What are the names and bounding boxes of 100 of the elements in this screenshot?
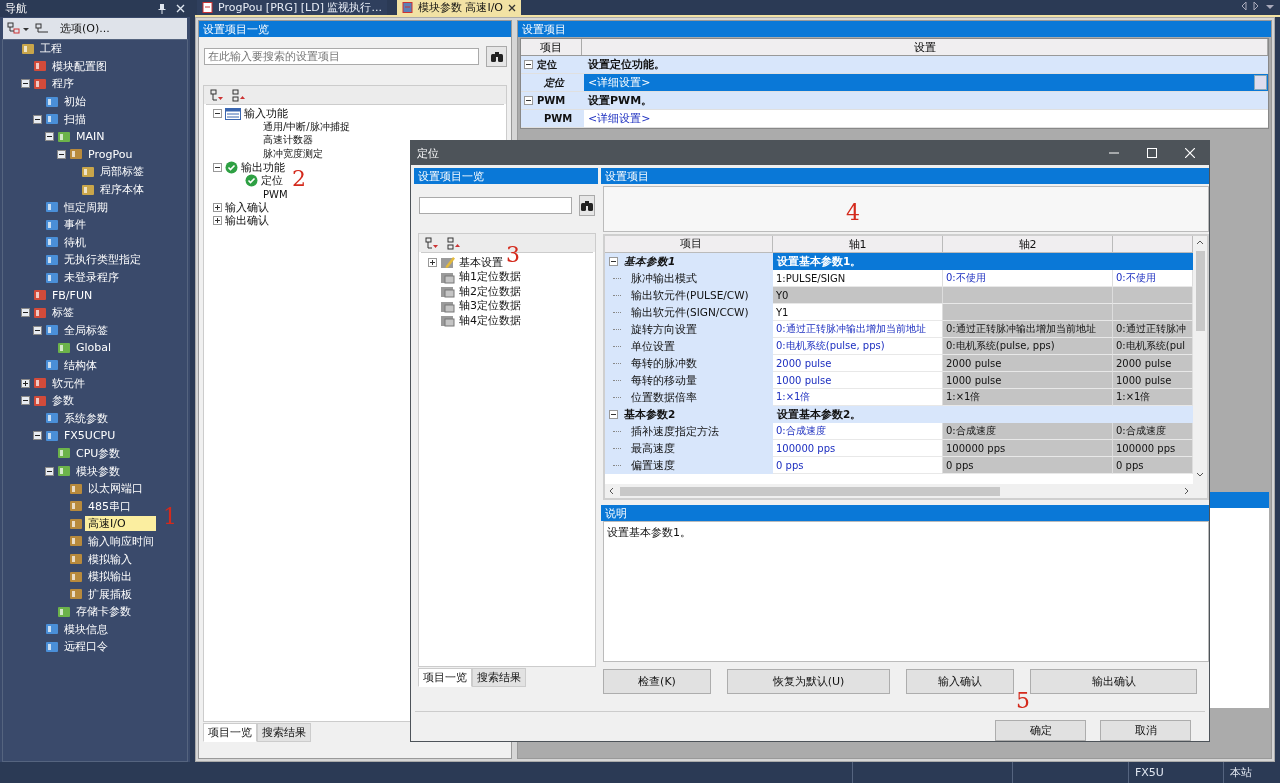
- tree-item[interactable]: 脉冲宽度测定: [263, 146, 323, 161]
- nav-item[interactable]: 高速I/O: [85, 516, 156, 532]
- nav-item[interactable]: ProgPou: [85, 147, 136, 161]
- nav-item[interactable]: 全局标签: [61, 322, 111, 338]
- expand-toggle-icon[interactable]: [427, 257, 437, 267]
- search-field[interactable]: 在此输入要搜索的设置项目: [204, 48, 479, 65]
- nav-item[interactable]: FB/FUN: [49, 288, 96, 302]
- nav-item[interactable]: 未登录程序: [61, 270, 122, 285]
- vertical-scrollbar[interactable]: [1193, 236, 1207, 498]
- expand-toggle-icon[interactable]: [20, 378, 30, 388]
- scroll-arrows-icon[interactable]: [1240, 1, 1276, 11]
- expand-toggle-icon[interactable]: [20, 308, 30, 318]
- close-icon[interactable]: [508, 3, 517, 12]
- horizontal-scrollbar[interactable]: [605, 484, 1193, 498]
- tree-item[interactable]: 轴4定位数据: [459, 312, 521, 328]
- panel-tab[interactable]: 搜索结果: [257, 723, 311, 742]
- expand-toggle-icon[interactable]: [212, 162, 222, 172]
- nav-item[interactable]: 模块配置图: [49, 58, 110, 74]
- nav-item[interactable]: 程序: [49, 76, 77, 92]
- nav-item[interactable]: 软元件: [49, 375, 88, 391]
- nav-item[interactable]: FX5UCPU: [61, 429, 119, 443]
- tree-item[interactable]: 输入确认: [225, 199, 269, 215]
- nav-item[interactable]: 事件: [61, 217, 89, 233]
- expand-toggle-icon[interactable]: [212, 202, 222, 212]
- setting-link[interactable]: <详细设置>: [584, 110, 1268, 127]
- ok-button[interactable]: 确定: [995, 720, 1086, 741]
- collapse-toggle-icon[interactable]: [609, 257, 618, 266]
- nav-item[interactable]: 远程口令: [61, 639, 111, 655]
- expand-toggle-icon[interactable]: [212, 216, 222, 226]
- tree-item[interactable]: 高速计数器: [263, 133, 313, 148]
- nav-item[interactable]: 结构体: [61, 358, 100, 373]
- collapse-toggle-icon[interactable]: [609, 410, 618, 419]
- expand-toggle-icon[interactable]: [44, 466, 54, 476]
- collapse-all-icon[interactable]: [232, 88, 246, 102]
- nav-item[interactable]: Global: [73, 341, 115, 355]
- tree-item[interactable]: 输入功能: [244, 106, 288, 122]
- search-field[interactable]: [419, 197, 572, 214]
- expand-toggle-icon[interactable]: [20, 396, 30, 406]
- nav-item[interactable]: 恒定周期: [61, 199, 111, 215]
- nav-item[interactable]: 程序本体: [97, 182, 147, 198]
- nav-item[interactable]: 工程: [37, 41, 65, 57]
- nav-item[interactable]: CPU参数: [73, 445, 124, 461]
- collapse-toggle-icon[interactable]: [524, 96, 533, 105]
- scroll-up-icon[interactable]: [1196, 239, 1204, 247]
- nav-item[interactable]: 标签: [49, 305, 77, 321]
- expand-toggle-icon[interactable]: [32, 431, 42, 441]
- search-button[interactable]: [579, 195, 595, 216]
- nav-item[interactable]: 待机: [61, 234, 89, 250]
- action-button[interactable]: 恢复为默认(U): [727, 669, 890, 694]
- expand-toggle-icon[interactable]: [32, 114, 42, 124]
- expand-toggle-icon[interactable]: [212, 109, 222, 119]
- scroll-left-icon[interactable]: [608, 487, 616, 495]
- nav-item[interactable]: 以太网端口: [85, 481, 146, 497]
- nav-item[interactable]: 485串口: [85, 498, 134, 514]
- tree-item[interactable]: 轴2定位数据: [459, 283, 521, 299]
- nav-item[interactable]: 局部标签: [97, 164, 147, 180]
- nav-item[interactable]: 无执行类型指定: [61, 252, 144, 268]
- expand-all-icon[interactable]: [425, 236, 439, 250]
- collapse-icon[interactable]: [35, 21, 51, 36]
- nav-item[interactable]: 模拟输入: [85, 551, 135, 567]
- expand-toggle-icon[interactable]: [32, 325, 42, 335]
- tree-item[interactable]: 通用/中断/脉冲捕捉: [263, 120, 350, 135]
- tree-item[interactable]: 基本设置: [459, 254, 503, 270]
- tree-item[interactable]: PWM: [263, 188, 288, 200]
- scroll-right-icon[interactable]: [1182, 487, 1190, 495]
- panel-tab[interactable]: 搜索结果: [472, 668, 526, 687]
- nav-item[interactable]: 输入响应时间: [85, 533, 157, 549]
- setting-link[interactable]: <详细设置>: [584, 74, 1268, 91]
- action-button[interactable]: 检查(K): [603, 669, 711, 694]
- action-button[interactable]: 输入确认: [906, 669, 1014, 694]
- panel-tab[interactable]: 项目一览: [203, 723, 257, 742]
- nav-item[interactable]: 参数: [49, 393, 77, 409]
- pin-icon[interactable]: [158, 3, 166, 14]
- maximize-icon[interactable]: [1147, 148, 1157, 158]
- scroll-thumb[interactable]: [1195, 251, 1205, 331]
- nav-item[interactable]: 存储卡参数: [73, 604, 134, 620]
- tree-item[interactable]: 定位: [261, 173, 283, 189]
- expand-all-icon[interactable]: [210, 88, 224, 102]
- nav-item[interactable]: MAIN: [73, 130, 108, 144]
- tree-item[interactable]: 输出功能: [241, 159, 285, 175]
- expand-toggle-icon[interactable]: [20, 79, 30, 89]
- collapse-all-icon[interactable]: [447, 236, 461, 250]
- nav-item[interactable]: 模拟输出: [85, 569, 135, 585]
- action-button[interactable]: 输出确认: [1030, 669, 1197, 694]
- collapse-toggle-icon[interactable]: [524, 60, 533, 69]
- nav-item[interactable]: 系统参数: [61, 410, 111, 426]
- tree-item[interactable]: 轴1定位数据: [459, 269, 521, 285]
- tree-item[interactable]: 输出确认: [225, 213, 269, 229]
- tree-item[interactable]: 轴3定位数据: [459, 298, 521, 314]
- expand-toggle-icon[interactable]: [44, 132, 54, 142]
- scroll-down-icon[interactable]: [1196, 470, 1204, 478]
- nav-item[interactable]: 模块参数: [73, 463, 123, 479]
- nav-item[interactable]: 模块信息: [61, 621, 111, 637]
- document-tab[interactable]: 模块参数 高速I/O: [396, 0, 522, 15]
- panel-tab[interactable]: 项目一览: [418, 668, 472, 687]
- cancel-button[interactable]: 取消: [1100, 720, 1191, 741]
- scroll-thumb[interactable]: [620, 486, 1000, 496]
- nav-item[interactable]: 扫描: [61, 111, 89, 127]
- nav-item[interactable]: 扩展插板: [85, 586, 135, 602]
- search-button[interactable]: [486, 46, 507, 67]
